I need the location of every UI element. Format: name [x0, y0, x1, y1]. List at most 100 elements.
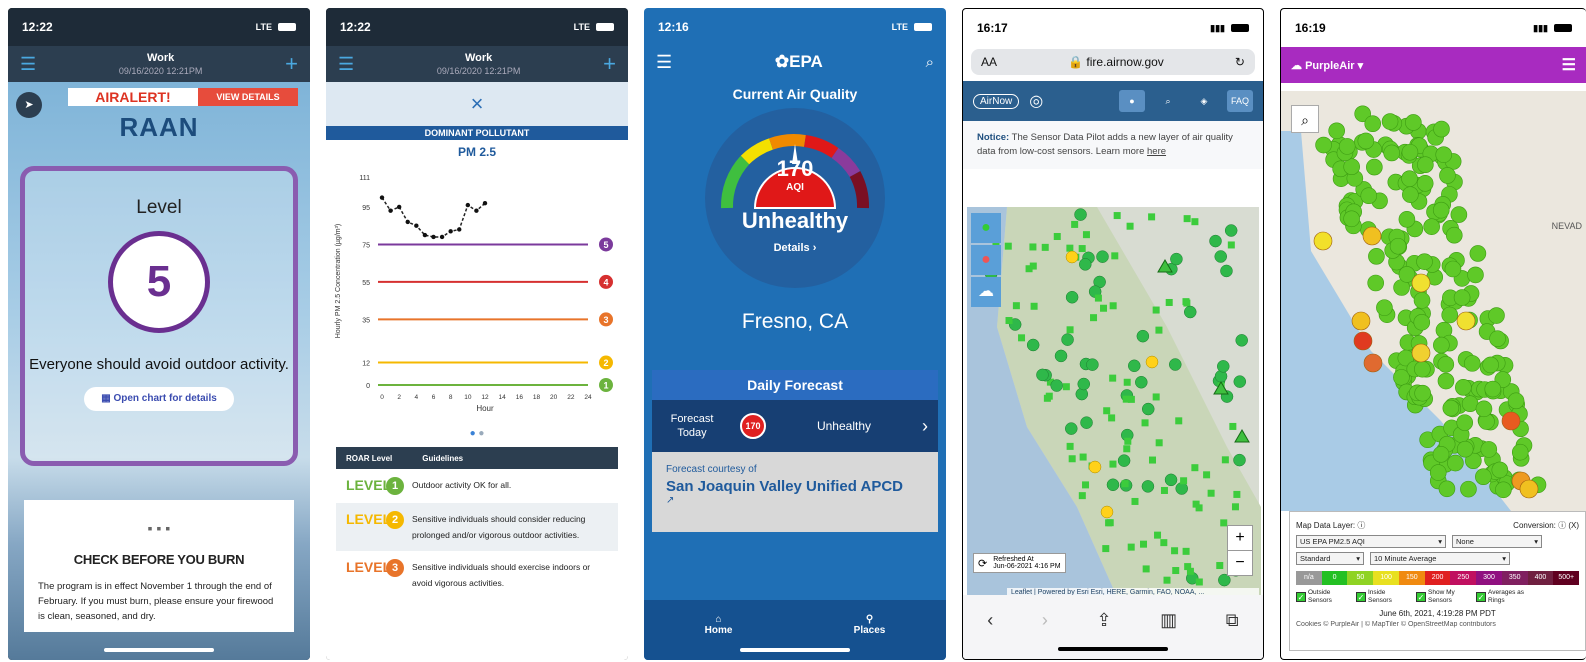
- share-icon[interactable]: ⇪: [1096, 610, 1111, 631]
- conversion-select[interactable]: None ▾: [1452, 535, 1542, 548]
- pm25-data-point: [457, 227, 462, 232]
- airnow-logo: AirNow: [973, 93, 1020, 109]
- menu-icon[interactable]: ☰: [338, 54, 354, 75]
- page-dots[interactable]: ● ●: [326, 428, 628, 439]
- view-details-button[interactable]: VIEW DETAILS: [198, 88, 298, 106]
- reload-icon[interactable]: ↻: [1235, 55, 1245, 69]
- sensor-marker: [1417, 156, 1434, 174]
- external-link-icon[interactable]: ↗: [666, 495, 924, 506]
- sensor-marker: [1183, 215, 1191, 223]
- fire-layer-button[interactable]: ●: [971, 245, 1001, 275]
- type-select[interactable]: Standard ▾: [1296, 552, 1364, 565]
- sensor-checkbox[interactable]: ✓ Inside Sensors: [1356, 589, 1410, 605]
- monitor-marker: [1233, 453, 1246, 467]
- status-network: LTE: [573, 22, 590, 32]
- daily-forecast-card[interactable]: Daily Forecast Forecast Today 170 Unheal…: [652, 370, 938, 452]
- sensor-marker: [1140, 540, 1148, 548]
- url-bar[interactable]: AA 🔒 fire.airnow.gov ↻: [971, 49, 1255, 75]
- zoom-out-button[interactable]: −: [1228, 550, 1252, 575]
- roar-col-level: ROAR Level: [346, 453, 393, 463]
- map-footer: Cookies © PurpleAir | © MapTiler © OpenS…: [1296, 621, 1496, 628]
- refresh-panel[interactable]: ⟳ Refreshed At Jun-06-2021 4:16 PM: [973, 553, 1066, 573]
- app-header: ☰ ✿EPA ⌕: [644, 46, 946, 78]
- sensor-marker: [1191, 464, 1199, 472]
- purpleair-logo[interactable]: ☁ PurpleAir ▾: [1291, 59, 1363, 72]
- add-icon[interactable]: +: [285, 51, 298, 77]
- layers-icon[interactable]: ◈: [1191, 90, 1217, 112]
- location-icon[interactable]: ●: [1119, 90, 1145, 112]
- monitor-marker: [1141, 402, 1155, 416]
- battery-icon: [596, 23, 614, 31]
- sensor-marker: [1109, 460, 1117, 468]
- phone-raan-chart: 12:22 LTE ☰ Work 09/16/2020 12:21PM + × D…: [326, 8, 628, 660]
- search-icon[interactable]: ⌕: [926, 54, 934, 71]
- sensor-marker: [1491, 461, 1509, 479]
- app-header: ☰ Work 09/16/2020 12:21PM +: [8, 46, 310, 82]
- sensor-checkbox[interactable]: ✓ Averages as Rings: [1476, 589, 1530, 605]
- close-legend-button[interactable]: (X): [1568, 521, 1579, 530]
- app-header: ☰ Work 09/16/2020 12:21PM +: [326, 46, 628, 82]
- home-indicator: [104, 648, 214, 652]
- average-select[interactable]: 10 Minute Average ▾: [1370, 552, 1510, 565]
- text-size-button[interactable]: AA: [981, 55, 997, 69]
- help-icon[interactable]: ⓘ: [1357, 521, 1365, 530]
- faq-button[interactable]: FAQ: [1227, 90, 1253, 112]
- fire-logo-icon: ◎: [1029, 93, 1044, 110]
- level-guideline: Outdoor activity OK for all.: [412, 480, 512, 490]
- sensor-map[interactable]: ● ● ☁ + − ⟳ Refreshed At Jun-06-2021 4:16 …: [967, 207, 1261, 597]
- nav-home[interactable]: ⌂ Home: [705, 614, 733, 636]
- sensor-layer-button[interactable]: ●: [971, 213, 1001, 243]
- search-icon[interactable]: ⌕: [1291, 105, 1319, 133]
- sensor-marker: [1152, 393, 1160, 401]
- sensor-marker: [1413, 292, 1431, 309]
- courtesy-org-link[interactable]: San Joaquin Valley Unified APCD: [666, 478, 924, 495]
- open-chart-button[interactable]: ▦ Open chart for details: [84, 387, 234, 411]
- tabs-icon[interactable]: ⧉: [1226, 610, 1239, 631]
- sensor-marker: [1401, 143, 1419, 161]
- back-icon[interactable]: ‹: [987, 610, 993, 631]
- threshold-level-label: 1: [603, 381, 608, 391]
- map-markers: [967, 207, 1261, 597]
- notice-banner: Notice: The Sensor Data Pilot adds a new…: [963, 121, 1263, 169]
- sensor-marker: [1447, 454, 1464, 472]
- smoke-layer-button[interactable]: ☁: [971, 277, 1001, 307]
- details-link[interactable]: Details ›: [705, 242, 885, 254]
- aqi-scale: n/a 0 50 100 150 200 250 300 350 400 500+: [1296, 571, 1580, 585]
- nav-places[interactable]: ⚲ Places: [854, 614, 886, 636]
- sensor-checkbox[interactable]: ✓ Outside Sensors: [1296, 589, 1350, 605]
- sensor-marker: [1123, 445, 1131, 453]
- help-icon[interactable]: ⓘ: [1558, 521, 1566, 530]
- sensor-marker: [1068, 455, 1076, 463]
- menu-icon[interactable]: ☰: [656, 52, 672, 73]
- level-number: 2: [386, 511, 404, 529]
- sensor-marker: [1413, 313, 1431, 331]
- forward-icon[interactable]: ›: [1042, 610, 1048, 631]
- sensor-marker: [1203, 471, 1211, 479]
- sensor-marker: [1315, 136, 1332, 154]
- sensor-checkbox[interactable]: ✓ Show My Sensors: [1416, 589, 1470, 605]
- notice-label: Notice:: [977, 132, 1010, 143]
- bookmarks-icon[interactable]: ▥: [1160, 610, 1177, 631]
- refresh-icon[interactable]: ⟳: [978, 557, 987, 570]
- zoom-in-button[interactable]: +: [1228, 526, 1252, 550]
- monitor-marker: [1217, 360, 1230, 373]
- sensor-marker: [1414, 360, 1431, 378]
- layer-select[interactable]: US EPA PM2.5 AQI ▾: [1296, 535, 1446, 548]
- menu-icon[interactable]: ☰: [1562, 55, 1576, 75]
- close-button[interactable]: ×: [326, 82, 628, 126]
- sensor-marker: [1175, 417, 1183, 425]
- notice-link[interactable]: here: [1147, 146, 1166, 157]
- monitor-marker: [1136, 329, 1150, 343]
- chevron-right-icon[interactable]: ›: [922, 416, 928, 437]
- add-icon[interactable]: +: [603, 51, 616, 77]
- purpleair-map[interactable]: ⌕ NEVAD: [1281, 91, 1586, 511]
- air-alert-banner[interactable]: AIRALERT! VIEW DETAILS: [68, 88, 298, 106]
- pm25-data-point: [388, 208, 393, 213]
- sensor-marker: [1429, 464, 1447, 481]
- sensor-marker: [1127, 543, 1135, 551]
- search-icon[interactable]: ⌕: [1155, 90, 1181, 112]
- high-aqi-marker: [1362, 226, 1382, 246]
- pm25-data-point: [414, 223, 419, 228]
- menu-icon[interactable]: ☰: [20, 54, 36, 75]
- level-label: LEVEL: [346, 477, 392, 493]
